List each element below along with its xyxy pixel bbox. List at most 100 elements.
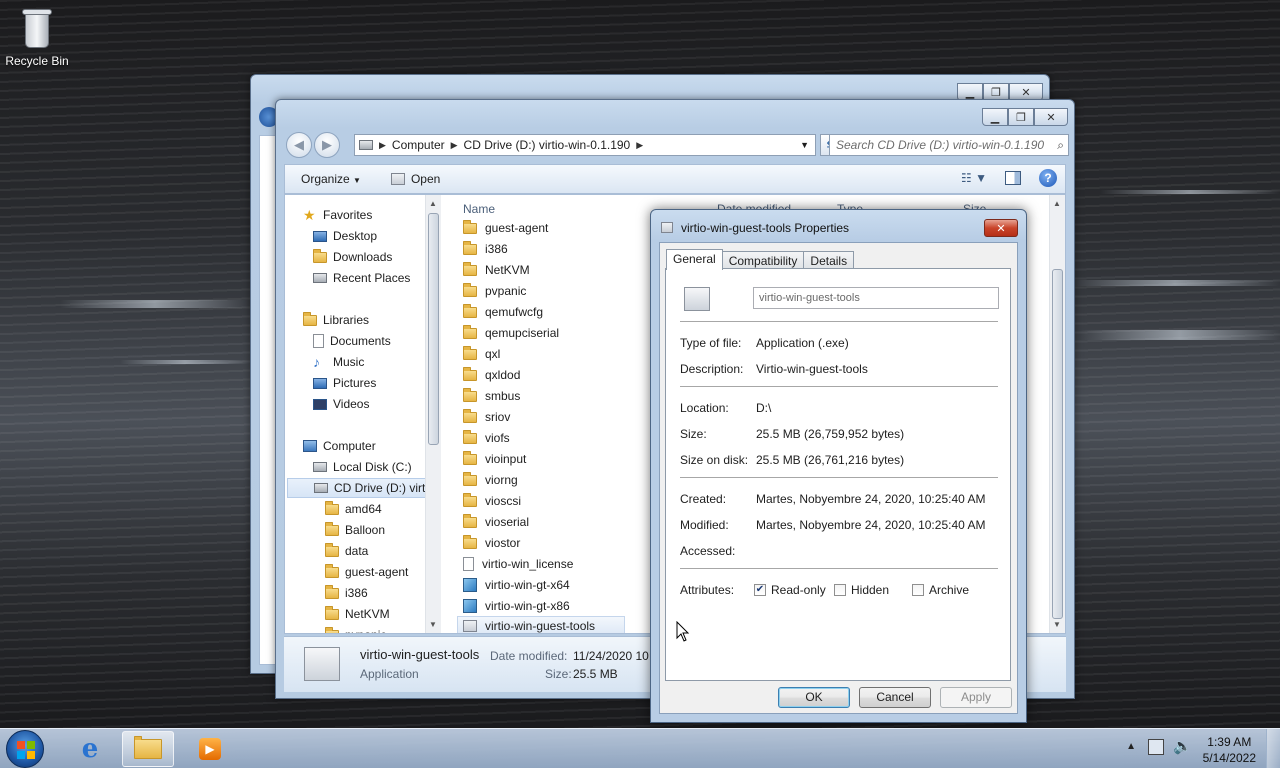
views-icon[interactable]: ☷ ▼ [961,171,987,185]
file-row[interactable]: virtio-win-gt-x86 [463,596,570,616]
text-file-icon [463,557,474,571]
file-row[interactable]: vioserial [463,512,529,532]
details-date-value: 11/24/2020 10: [573,649,653,663]
nav-documents[interactable]: Documents [313,331,391,351]
file-row[interactable]: qemupciserial [463,323,559,343]
close-button[interactable]: ✕ [1034,108,1068,126]
network-icon[interactable] [1148,739,1164,755]
archive-checkbox[interactable]: Archive [912,583,969,597]
breadcrumb-computer[interactable]: Computer [392,138,445,152]
maximize-button[interactable]: ❐ [1008,108,1034,126]
file-row[interactable]: viofs [463,428,510,448]
size-label: Size: [680,427,707,441]
file-row[interactable]: smbus [463,386,520,406]
nav-recent-places[interactable]: Recent Places [313,268,410,288]
properties-dialog[interactable]: virtio-win-guest-tools Properties ✕ Gene… [650,209,1027,723]
nav-desktop[interactable]: Desktop [313,226,377,246]
breadcrumb-cd-drive[interactable]: CD Drive (D:) virtio-win-0.1.190 [464,138,631,152]
show-hidden-icons[interactable]: ▲ [1126,741,1136,752]
address-dropdown-icon[interactable]: ▼ [800,140,809,150]
file-row[interactable]: sriov [463,407,510,427]
file-name-field[interactable]: virtio-win-guest-tools [753,287,999,309]
nav-sub-amd64[interactable]: amd64 [325,499,382,519]
nav-pictures[interactable]: Pictures [313,373,376,393]
nav-sub-data[interactable]: data [325,541,368,561]
type-value: Application (.exe) [756,336,849,350]
nav-cd-drive[interactable]: CD Drive (D:) virt [287,478,433,498]
nav-downloads[interactable]: Downloads [313,247,392,267]
hidden-checkbox[interactable]: Hidden [834,583,889,597]
file-row[interactable]: viorng [463,470,518,490]
file-row[interactable]: viostor [463,533,520,553]
tab-details[interactable]: Details [803,251,855,269]
file-row[interactable]: NetKVM [463,260,530,280]
preview-pane-icon[interactable] [1005,171,1021,185]
recycle-bin[interactable]: Recycle Bin [4,6,70,68]
installer-icon [463,599,477,613]
file-row[interactable]: i386 [463,239,508,259]
location-label: Location: [680,401,729,415]
show-desktop-button[interactable] [1266,729,1280,768]
clock[interactable]: 1:39 AM 5/14/2022 [1203,734,1256,766]
folder-icon [463,450,477,465]
nav-sub-balloon[interactable]: Balloon [325,520,385,540]
application-large-icon [304,647,340,681]
file-row[interactable]: guest-agent [463,218,548,238]
open-button[interactable]: Open [390,172,440,186]
organize-button[interactable]: Organize ▼ [301,172,361,186]
details-size-label: Size: [545,667,572,681]
nav-local-disk[interactable]: Local Disk (C:) [313,457,412,477]
back-button[interactable]: ◀ [286,132,312,158]
nav-sub-i386[interactable]: i386 [325,583,368,603]
forward-button[interactable]: ▶ [314,132,340,158]
file-row[interactable]: virtio-win-gt-x64 [463,575,570,595]
accessed-label: Accessed: [680,544,736,558]
navigation-scrollbar[interactable]: ▲ ▼ [425,195,441,633]
file-row[interactable]: virtio-win_license [463,554,573,574]
file-row[interactable]: pvpanic [463,281,526,301]
tab-compatibility[interactable]: Compatibility [721,251,805,269]
file-row[interactable]: vioinput [463,449,526,469]
file-row[interactable]: vioscsi [463,491,521,511]
help-icon[interactable]: ? [1039,169,1057,187]
readonly-checkbox[interactable]: ✔ Read-only [754,583,826,597]
folder-icon [325,626,339,633]
windows-logo-icon [17,741,35,759]
taskbar-media-player[interactable]: ▶ [184,731,236,767]
checkbox-checked-icon: ✔ [754,584,766,596]
nav-sub-netkvm[interactable]: NetKVM [325,604,390,624]
nav-videos[interactable]: Videos [313,394,369,414]
modified-value: Martes, Nobyembre 24, 2020, 10:25:40 AM [756,518,986,532]
file-row[interactable]: qemufwcfg [463,302,543,322]
mouse-cursor-icon [676,621,690,642]
folder-icon [463,282,477,297]
minimize-button[interactable]: ▁ [982,108,1008,126]
file-row[interactable]: qxldod [463,365,520,385]
nav-favorites[interactable]: ★ Favorites [303,205,372,225]
start-button[interactable] [6,730,44,768]
folder-icon [463,303,477,318]
address-bar[interactable]: ▶ Computer ▶ CD Drive (D:) virtio-win-0.… [354,134,816,156]
cancel-button[interactable]: Cancel [859,687,931,708]
nav-sub-pvpanic[interactable]: pvpanic [325,625,386,633]
drive-icon [359,140,373,150]
file-row-selected[interactable]: virtio-win-guest-tools [457,616,625,633]
nav-libraries[interactable]: Libraries [303,310,369,330]
taskbar-windows-explorer[interactable] [122,731,174,767]
tab-general[interactable]: General [666,249,723,270]
installer-icon [463,578,477,592]
nav-music[interactable]: ♪ Music [313,352,364,372]
nav-sub-guest-agent[interactable]: guest-agent [325,562,408,582]
dialog-close-button[interactable]: ✕ [984,219,1018,237]
file-row[interactable]: qxl [463,344,500,364]
folder-icon [463,345,477,360]
volume-muted-icon[interactable]: 🔈 [1173,737,1192,755]
nav-computer[interactable]: Computer [303,436,376,456]
search-input[interactable]: Search CD Drive (D:) virtio-win-0.1.190 … [829,134,1069,156]
ok-button[interactable]: OK [778,687,850,708]
taskbar-internet-explorer[interactable]: e [64,731,116,767]
file-list-scrollbar[interactable]: ▲ ▼ [1049,195,1065,633]
apply-button[interactable]: Apply [940,687,1012,708]
column-name[interactable]: Name [463,202,495,216]
search-placeholder: Search CD Drive (D:) virtio-win-0.1.190 [836,138,1045,152]
